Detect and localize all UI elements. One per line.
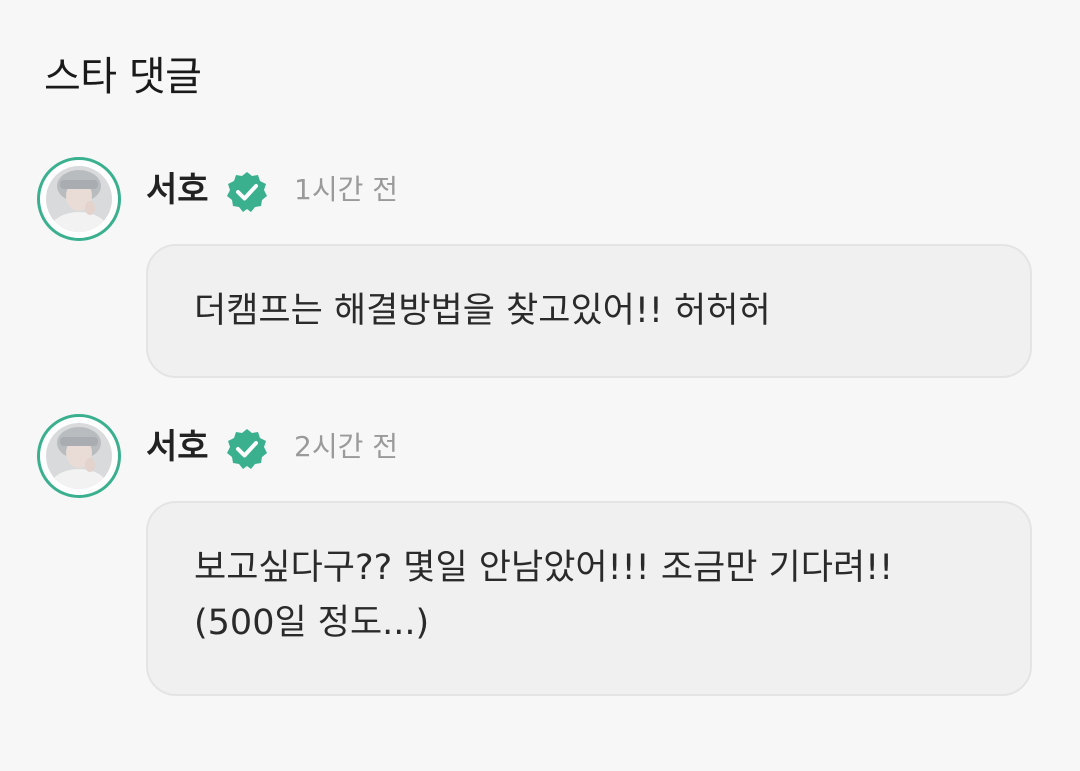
comment-text: 더캠프는 해결방법을 찾고있어!! 허허허 [194,291,771,331]
comment-bubble: 보고싶다구?? 몇일 안남았어!!! 조금만 기다려!! (500일 정도...… [146,501,1032,696]
avatar-image [46,423,112,489]
avatar-image [46,166,112,232]
comment-time: 1시간 전 [294,173,398,206]
comment-text: 보고싶다구?? 몇일 안남았어!!! 조금만 기다려!! (500일 정도...… [194,548,894,643]
comment-time: 2시간 전 [294,430,398,463]
verified-badge-icon [227,429,267,469]
section-title: 스타 댓글 [44,54,202,100]
author-name[interactable]: 서호 [146,168,209,212]
verified-badge-icon [227,172,267,212]
comment-item: 서호 1시간 전 더캠프는 해결방법을 찾고있어!! 허허허 [0,157,1080,379]
comment-item: 서호 2시간 전 보고싶다구?? 몇일 안남았어!!! 조금만 기다려!! (5… [0,414,1080,698]
avatar[interactable] [37,414,121,498]
comment-bubble: 더캠프는 해결방법을 찾고있어!! 허허허 [146,244,1032,378]
author-name[interactable]: 서호 [146,425,209,469]
avatar[interactable] [37,157,121,241]
